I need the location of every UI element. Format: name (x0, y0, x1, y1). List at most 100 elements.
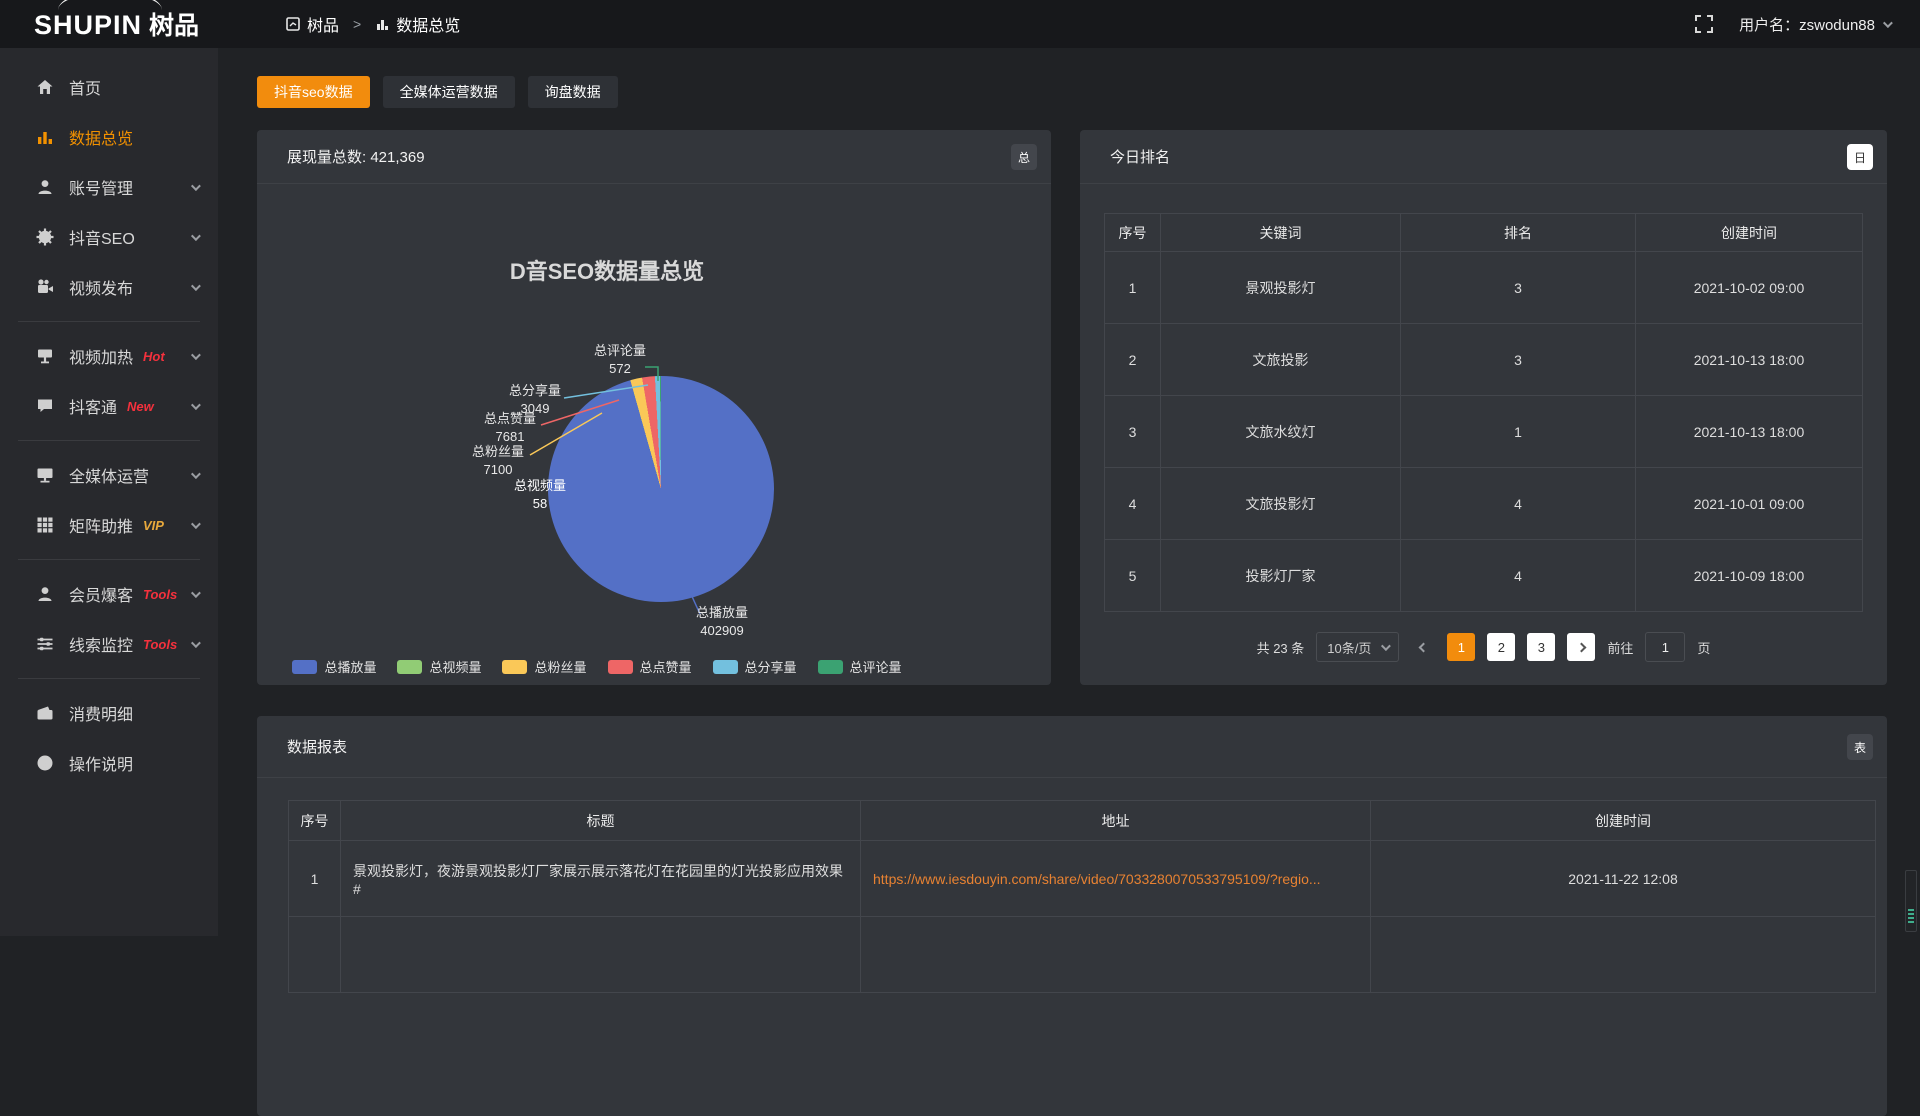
today-rank-title: 今日排名 (1110, 146, 1170, 167)
rank-table-header-row: 序号 关键词 排名 创建时间 (1105, 214, 1863, 252)
sidebar-item-home[interactable]: 首页 (0, 62, 218, 112)
sidebar-item-omni-media[interactable]: 全媒体运营 (0, 450, 218, 500)
logo-arc (58, 0, 162, 10)
breadcrumb-root[interactable]: 树品 (307, 12, 339, 36)
fullscreen-icon[interactable] (1695, 15, 1713, 33)
total-mode-badge[interactable]: 总 (1011, 144, 1037, 170)
sidebar-item-label: 首页 (69, 75, 101, 99)
tools-badge: Tools (143, 637, 177, 652)
legend-item-likes[interactable]: 总点赞量 (608, 657, 692, 676)
tab-douyin-seo-data[interactable]: 抖音seo数据 (257, 76, 370, 108)
sidebar-item-video-heat[interactable]: 视频加热 Hot (0, 331, 218, 381)
sidebar-item-matrix-boost[interactable]: 矩阵助推 VIP (0, 500, 218, 550)
tab-omni-media-data[interactable]: 全媒体运营数据 (383, 76, 515, 108)
sidebar-divider (18, 440, 200, 441)
page-size-select[interactable]: 10条/页 (1316, 632, 1399, 662)
sidebar-item-label: 线索监控 (69, 632, 133, 656)
pie-label-plays: 总播放量402909 (677, 604, 767, 639)
legend-swatch (292, 660, 317, 674)
svg-text:?: ? (42, 758, 49, 770)
goto-page-input[interactable] (1645, 632, 1685, 662)
sidebar-item-video-publish[interactable]: 视频发布 (0, 262, 218, 312)
video-link[interactable]: https://www.iesdouyin.com/share/video/70… (873, 871, 1358, 887)
chevron-down-icon (191, 231, 201, 241)
legend-swatch (713, 660, 738, 674)
legend-swatch (818, 660, 843, 674)
chevron-down-icon (191, 181, 201, 191)
sidebar-item-label: 操作说明 (69, 751, 133, 775)
table-row: 1 景观投影灯，夜游景观投影灯厂家展示展示落花灯在花园里的灯光投影应用效果 # … (289, 841, 1876, 917)
user-menu[interactable]: 用户名：zswodun88 (1739, 14, 1890, 35)
legend-item-fans[interactable]: 总粉丝量 (502, 657, 586, 676)
legend-item-plays[interactable]: 总播放量 (292, 657, 376, 676)
logo-text-cn: 树品 (149, 12, 199, 40)
pie-label-videos: 总视频量58 (495, 477, 585, 512)
main-content: 抖音seo数据 全媒体运营数据 询盘数据 展现量总数: 421,369 总 D音… (218, 48, 1920, 936)
legend-swatch (397, 660, 422, 674)
sidebar-item-lead-monitor[interactable]: 线索监控 Tools (0, 619, 218, 669)
chevron-down-icon (1381, 641, 1391, 651)
tab-inquiry-data[interactable]: 询盘数据 (528, 76, 618, 108)
pagination: 共 23 条 10条/页 1 2 3 前往 页 (1080, 632, 1887, 662)
impressions-panel-header: 展现量总数: 421,369 (257, 130, 1051, 184)
sidebar-item-help[interactable]: ? 操作说明 (0, 738, 218, 788)
daily-mode-badge[interactable]: 日 (1847, 144, 1873, 170)
col-url: 地址 (861, 801, 1371, 841)
grid-icon (36, 516, 54, 534)
table-mode-badge[interactable]: 表 (1847, 734, 1873, 760)
scrollbar-thumb[interactable] (1905, 870, 1917, 932)
pie-label-fans: 总粉丝量7100 (453, 443, 543, 478)
chevron-down-icon (1883, 18, 1893, 28)
sidebar-divider (18, 321, 200, 322)
chevron-down-icon (191, 588, 201, 598)
rank-table: 序号 关键词 排名 创建时间 1景观投影灯32021-10-02 09:00 2… (1104, 213, 1863, 612)
goto-label: 前往 (1607, 638, 1633, 657)
user-icon (36, 585, 54, 603)
hot-badge: Hot (143, 349, 165, 364)
home-icon (36, 78, 54, 96)
table-row: 1景观投影灯32021-10-02 09:00 (1105, 252, 1863, 324)
page-button-3[interactable]: 3 (1527, 633, 1555, 661)
page-button-2[interactable]: 2 (1487, 633, 1515, 661)
next-page-button[interactable] (1567, 633, 1595, 661)
pie-legend: 总播放量 总视频量 总粉丝量 总点赞量 总分享量 总评论量 (257, 657, 937, 676)
sidebar: 首页 数据总览 账号管理 抖音SEO 视频发布 视频加热 Hot 抖客通 New… (0, 48, 218, 936)
sidebar-item-douyin-seo[interactable]: 抖音SEO (0, 212, 218, 262)
sliders-icon (36, 635, 54, 653)
data-tabs: 抖音seo数据 全媒体运营数据 询盘数据 (257, 76, 1887, 108)
sidebar-item-data-overview[interactable]: 数据总览 (0, 112, 218, 162)
report-table: 序号 标题 地址 创建时间 1 景观投影灯，夜游景观投影灯厂家展示展示落花灯在花… (288, 800, 1876, 993)
sidebar-item-doukeTong[interactable]: 抖客通 New (0, 381, 218, 431)
legend-swatch (502, 660, 527, 674)
breadcrumb: 树品 > 数据总览 (286, 12, 460, 36)
sidebar-item-label: 全媒体运营 (69, 463, 149, 487)
today-rank-header: 今日排名 (1080, 130, 1887, 184)
sidebar-item-member-burst[interactable]: 会员爆客 Tools (0, 569, 218, 619)
col-title: 标题 (341, 801, 861, 841)
report-title-cell: 景观投影灯，夜游景观投影灯厂家展示展示落花灯在花园里的灯光投影应用效果 # (341, 841, 861, 917)
prev-page-button[interactable] (1411, 644, 1435, 651)
page-button-1[interactable]: 1 (1447, 633, 1475, 661)
chart-bar-icon (375, 17, 389, 31)
legend-item-shares[interactable]: 总分享量 (713, 657, 797, 676)
col-created: 创建时间 (1636, 214, 1863, 252)
sidebar-item-label: 矩阵助推 (69, 513, 133, 537)
sidebar-item-label: 消费明细 (69, 701, 133, 725)
table-row: 5投影灯厂家42021-10-09 18:00 (1105, 540, 1863, 612)
data-report-title: 数据报表 (287, 736, 347, 757)
legend-item-videos[interactable]: 总视频量 (397, 657, 481, 676)
logo-text-en: SHUPIN (34, 10, 142, 40)
app-logo: SHUPIN树品 (0, 6, 218, 42)
video-camera-icon (36, 278, 54, 296)
sidebar-item-account[interactable]: 账号管理 (0, 162, 218, 212)
data-report-panel: 数据报表 表 序号 标题 地址 创建时间 1 景观投影灯，夜游景观投影灯厂家展示… (257, 716, 1887, 1116)
col-rank: 排名 (1401, 214, 1636, 252)
legend-item-comments[interactable]: 总评论量 (818, 657, 902, 676)
dashboard-icon (286, 17, 300, 31)
pie-label-likes: 总点赞量7681 (465, 410, 555, 445)
chevron-down-icon (191, 281, 201, 291)
pie-connector-lines (257, 184, 1051, 684)
tools-badge: Tools (143, 587, 177, 602)
sidebar-item-consumption[interactable]: 消费明细 (0, 688, 218, 738)
data-report-header: 数据报表 (257, 716, 1887, 778)
